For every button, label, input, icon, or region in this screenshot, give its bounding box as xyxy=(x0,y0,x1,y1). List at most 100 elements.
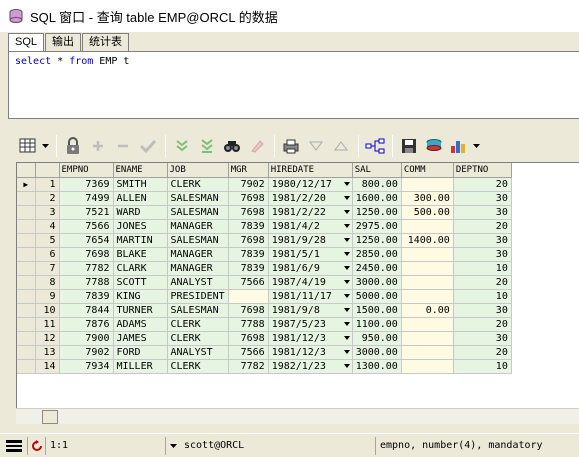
cell-hiredate[interactable]: 1981/9/28 xyxy=(268,233,353,248)
cell-mgr[interactable]: 7839 xyxy=(228,219,269,234)
tab-sql[interactable]: SQL xyxy=(8,33,45,52)
cell-empno[interactable]: 7654 xyxy=(59,233,114,248)
cell-sal[interactable]: 1100.00 xyxy=(352,317,402,332)
cell-job[interactable]: CLERK xyxy=(167,331,229,346)
cell-comm[interactable] xyxy=(401,219,454,234)
date-dropdown-icon[interactable] xyxy=(343,363,350,368)
row-number[interactable]: 10 xyxy=(35,303,60,318)
date-dropdown-icon[interactable] xyxy=(343,321,350,326)
cell-sal[interactable]: 1600.00 xyxy=(352,191,402,206)
column-header-ename[interactable]: ENAME xyxy=(113,163,168,178)
delete-record-icon[interactable] xyxy=(111,134,135,158)
cell-empno[interactable]: 7521 xyxy=(59,205,114,220)
table-row[interactable]: 9 7839 KING PRESIDENT 1981/11/17 5000.00 10 xyxy=(17,289,512,304)
cell-sal[interactable]: 950.00 xyxy=(352,331,402,346)
fetch-last-icon[interactable] xyxy=(195,134,219,158)
cell-deptno[interactable]: 20 xyxy=(453,177,512,192)
cell-hiredate[interactable]: 1981/2/20 xyxy=(268,191,353,206)
cell-empno[interactable]: 7788 xyxy=(59,275,114,290)
current-row-indicator-icon[interactable]: ▶ xyxy=(17,177,36,192)
cell-ename[interactable]: ALLEN xyxy=(113,191,168,206)
cell-comm[interactable] xyxy=(401,261,454,276)
column-header-hiredate[interactable]: HIREDATE xyxy=(268,163,353,178)
row-number[interactable]: 7 xyxy=(35,261,60,276)
cell-mgr[interactable]: 7698 xyxy=(228,191,269,206)
save-icon[interactable] xyxy=(397,134,421,158)
cell-comm[interactable]: 1400.00 xyxy=(401,233,454,248)
grid-layout-icon[interactable] xyxy=(16,134,40,158)
row-indicator[interactable] xyxy=(17,289,36,304)
cell-comm[interactable] xyxy=(401,345,454,360)
cell-mgr[interactable]: 7698 xyxy=(228,205,269,220)
cell-empno[interactable]: 7698 xyxy=(59,247,114,262)
cell-deptno[interactable]: 20 xyxy=(453,219,512,234)
date-dropdown-icon[interactable] xyxy=(343,237,350,242)
tab-output[interactable]: 输出 xyxy=(45,33,82,51)
cell-job[interactable]: CLERK xyxy=(167,317,229,332)
column-header-empno[interactable]: EMPNO xyxy=(59,163,114,178)
cell-deptno[interactable]: 10 xyxy=(453,289,512,304)
table-row[interactable]: ▶ 1 7369 SMITH CLERK 7902 1980/12/17 800.00 20 xyxy=(17,177,512,192)
editor-splitter[interactable] xyxy=(0,121,579,126)
scrollbar-thumb[interactable] xyxy=(42,410,58,424)
post-changes-icon[interactable] xyxy=(136,134,160,158)
cell-ename[interactable]: SCOTT xyxy=(113,275,168,290)
table-row[interactable]: 8 7788 SCOTT ANALYST 7566 1987/4/19 3000.00 20 xyxy=(17,275,512,290)
cell-hiredate[interactable]: 1981/12/3 xyxy=(268,345,353,360)
cell-comm[interactable] xyxy=(401,317,454,332)
cell-job[interactable]: SALESMAN xyxy=(167,233,229,248)
cell-mgr[interactable]: 7566 xyxy=(228,345,269,360)
cell-deptno[interactable]: 20 xyxy=(453,275,512,290)
cell-mgr[interactable] xyxy=(228,289,269,304)
cell-job[interactable]: MANAGER xyxy=(167,261,229,276)
cell-mgr[interactable]: 7839 xyxy=(228,247,269,262)
cell-ename[interactable]: KING xyxy=(113,289,168,304)
row-indicator[interactable] xyxy=(17,317,36,332)
row-indicator[interactable] xyxy=(17,303,36,318)
cell-mgr[interactable]: 7698 xyxy=(228,303,269,318)
chart-icon[interactable] xyxy=(447,134,471,158)
cell-ename[interactable]: JONES xyxy=(113,219,168,234)
filter-down-icon[interactable] xyxy=(304,134,328,158)
row-indicator[interactable] xyxy=(17,233,36,248)
column-header-job[interactable]: JOB xyxy=(167,163,229,178)
cell-sal[interactable]: 5000.00 xyxy=(352,289,402,304)
table-row[interactable]: 5 7654 MARTIN SALESMAN 7698 1981/9/28 1250.00 1… xyxy=(17,233,512,248)
row-indicator[interactable] xyxy=(17,247,36,262)
cell-mgr[interactable]: 7902 xyxy=(228,177,269,192)
cell-mgr[interactable]: 7698 xyxy=(228,331,269,346)
cell-hiredate[interactable]: 1981/6/9 xyxy=(268,261,353,276)
row-indicator[interactable] xyxy=(17,275,36,290)
menu-lines-icon[interactable] xyxy=(0,436,28,455)
row-indicator[interactable] xyxy=(17,219,36,234)
find-icon[interactable] xyxy=(220,134,244,158)
cell-sal[interactable]: 2975.00 xyxy=(352,219,402,234)
row-number[interactable]: 1 xyxy=(35,177,60,192)
date-dropdown-icon[interactable] xyxy=(343,265,350,270)
cell-job[interactable]: ANALYST xyxy=(167,345,229,360)
cell-hiredate[interactable]: 1987/5/23 xyxy=(268,317,353,332)
row-number[interactable]: 6 xyxy=(35,247,60,262)
table-row[interactable]: 12 7900 JAMES CLERK 7698 1981/12/3 950.00 30 xyxy=(17,331,512,346)
cell-comm[interactable] xyxy=(401,177,454,192)
cell-hiredate[interactable]: 1981/2/22 xyxy=(268,205,353,220)
cell-hiredate[interactable]: 1982/1/23 xyxy=(268,359,353,374)
cell-deptno[interactable]: 20 xyxy=(453,345,512,360)
cell-ename[interactable]: SMITH xyxy=(113,177,168,192)
row-indicator[interactable] xyxy=(17,359,36,374)
date-dropdown-icon[interactable] xyxy=(343,279,350,284)
cell-ename[interactable]: JAMES xyxy=(113,331,168,346)
cell-empno[interactable]: 7499 xyxy=(59,191,114,206)
chart-dropdown-arrow-icon[interactable] xyxy=(472,134,482,158)
cell-empno[interactable]: 7902 xyxy=(59,345,114,360)
tab-statistics[interactable]: 统计表 xyxy=(82,33,130,51)
cell-comm[interactable] xyxy=(401,359,454,374)
cell-ename[interactable]: FORD xyxy=(113,345,168,360)
cell-mgr[interactable]: 7698 xyxy=(228,233,269,248)
cell-mgr[interactable]: 7782 xyxy=(228,359,269,374)
table-row[interactable]: 13 7902 FORD ANALYST 7566 1981/12/3 3000.00 20 xyxy=(17,345,512,360)
refresh-icon[interactable] xyxy=(28,436,46,455)
cell-comm[interactable]: 300.00 xyxy=(401,191,454,206)
cell-hiredate[interactable]: 1981/5/1 xyxy=(268,247,353,262)
dropdown-arrow-icon[interactable] xyxy=(41,134,51,158)
